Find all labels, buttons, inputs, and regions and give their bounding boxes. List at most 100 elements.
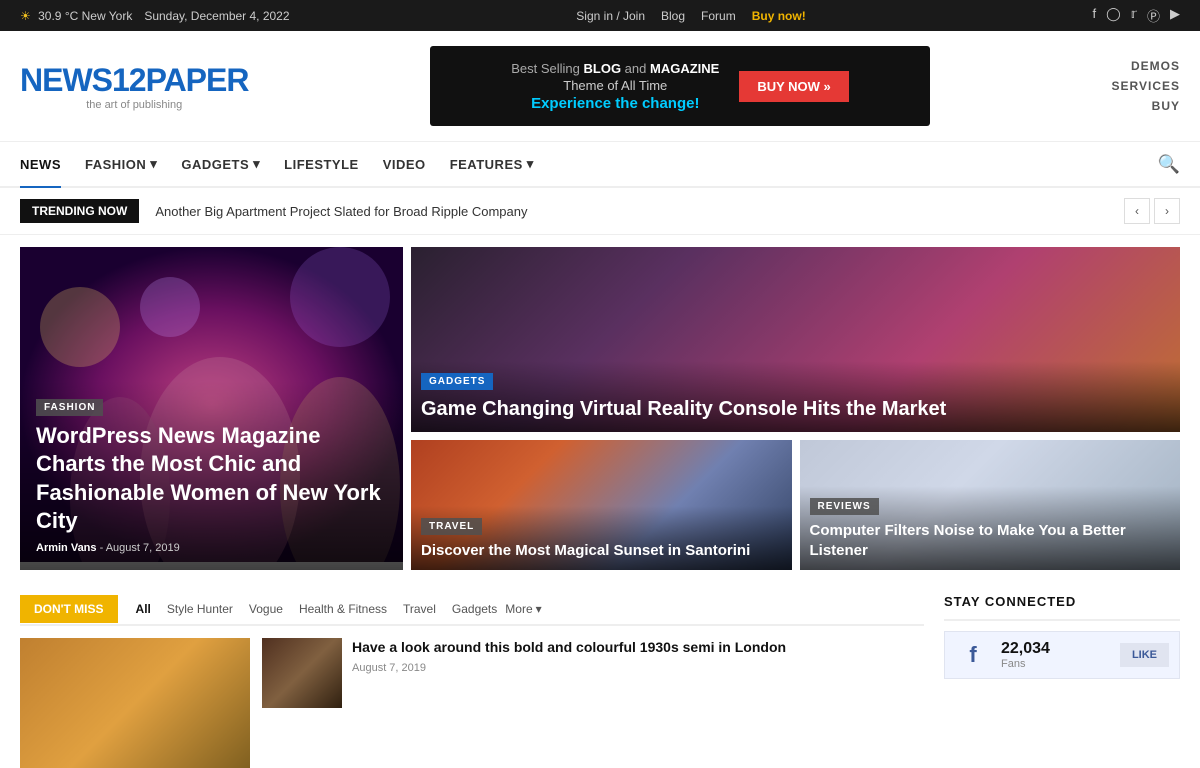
hero-vr-article[interactable]: GADGETS Game Changing Virtual Reality Co… [411, 247, 1180, 432]
trending-arrows: ‹ › [1124, 198, 1180, 224]
trending-bar: TRENDING NOW Another Big Apartment Proje… [0, 188, 1200, 235]
facebook-count: 22,034 [1001, 640, 1110, 658]
stay-connected-title: STAY CONNECTED [944, 594, 1180, 621]
youtube-icon[interactable]: ▶ [1170, 6, 1180, 25]
ad-buy-button[interactable]: BUY NOW » [739, 71, 848, 102]
trending-prev[interactable]: ‹ [1124, 198, 1150, 224]
article-main-image[interactable] [20, 638, 250, 768]
vimeo-icon[interactable]: Ⓟ [1147, 6, 1160, 25]
more-arrow-icon: ▾ [536, 602, 542, 616]
facebook-icon: f [955, 642, 991, 668]
logo-paper: PAPER [146, 62, 249, 98]
temp-unit: °C [65, 9, 78, 23]
article-title[interactable]: Have a look around this bold and colourf… [352, 638, 924, 658]
hero-review-article[interactable]: REVIEWS Computer Filters Noise to Make Y… [800, 440, 1181, 570]
hero-review-title: Computer Filters Noise to Make You a Bet… [810, 521, 1171, 560]
nav-fashion[interactable]: FASHION ▾ [85, 142, 157, 188]
dont-miss-content: Have a look around this bold and colourf… [20, 638, 924, 768]
ad-line1: Best Selling BLOG and MAGAZINE [511, 61, 719, 76]
hero-main-overlay: FASHION WordPress News Magazine Charts t… [20, 381, 403, 570]
weather-widget: ☀ 30.9 °C New York [20, 9, 132, 23]
forum-link[interactable]: Forum [701, 9, 736, 23]
search-icon[interactable]: 🔍 [1158, 154, 1180, 175]
article-date: August 7, 2019 [352, 662, 924, 674]
buy-link[interactable]: BUY [1112, 99, 1180, 113]
ad-tagline: Experience the change! [511, 95, 719, 112]
weather-icon: ☀ [20, 9, 31, 23]
blog-link[interactable]: Blog [661, 9, 685, 23]
tab-travel[interactable]: Travel [395, 594, 444, 624]
hero-review-category: REVIEWS [810, 498, 879, 515]
hero-main-author: Armin Vans [36, 542, 97, 554]
buy-now-link[interactable]: Buy now! [752, 9, 806, 23]
hero-right-column: GADGETS Game Changing Virtual Reality Co… [411, 247, 1180, 570]
top-bar: ☀ 30.9 °C New York Sunday, December 4, 2… [0, 0, 1200, 31]
top-bar-left: ☀ 30.9 °C New York Sunday, December 4, 2… [20, 9, 290, 23]
facebook-icon[interactable]: f [1092, 6, 1096, 25]
tab-vogue[interactable]: Vogue [241, 594, 291, 624]
article-list: Have a look around this bold and colourf… [262, 638, 924, 768]
twitter-icon[interactable]: 𝕣 [1131, 6, 1137, 25]
nav-gadgets[interactable]: GADGETS ▾ [181, 142, 260, 188]
logo-num: 12 [112, 62, 146, 98]
gadgets-arrow: ▾ [253, 156, 260, 172]
social-icons-bar: f ◯ 𝕣 Ⓟ ▶ [1092, 6, 1180, 25]
services-link[interactable]: SERVICES [1112, 79, 1180, 93]
fashion-arrow: ▾ [150, 156, 157, 172]
nav-features[interactable]: FEATURES ▾ [450, 142, 534, 188]
nav-news[interactable]: NEWS [20, 143, 61, 188]
temperature: 30.9 [38, 9, 61, 23]
instagram-icon[interactable]: ◯ [1106, 6, 1121, 25]
facebook-like-button[interactable]: LIKE [1120, 643, 1169, 667]
right-nav: DEMOS SERVICES BUY [1112, 59, 1180, 113]
ad-banner-content: Best Selling BLOG and MAGAZINE Theme of … [511, 61, 719, 112]
facebook-label: Fans [1001, 658, 1110, 670]
hero-main-meta: Armin Vans - August 7, 2019 [36, 542, 387, 554]
hero-main-date: - August 7, 2019 [100, 542, 180, 554]
hero-travel-article[interactable]: TRAVEL Discover the Most Magical Sunset … [411, 440, 792, 570]
main-nav: NEWS FASHION ▾ GADGETS ▾ LIFESTYLE VIDEO… [0, 142, 1200, 188]
nav-video[interactable]: VIDEO [383, 143, 426, 188]
trending-next[interactable]: › [1154, 198, 1180, 224]
dont-miss-main: DON'T MISS All Style Hunter Vogue Health… [20, 594, 924, 768]
hero-main-article[interactable]: FASHION WordPress News Magazine Charts t… [20, 247, 403, 570]
bottom-section: DON'T MISS All Style Hunter Vogue Health… [0, 582, 1200, 768]
dont-miss-label: DON'T MISS [20, 595, 118, 623]
logo-tagline: the art of publishing [20, 99, 248, 111]
hero-vr-title: Game Changing Virtual Reality Console Hi… [421, 396, 1170, 422]
tab-all[interactable]: All [128, 594, 159, 624]
hero-section: FASHION WordPress News Magazine Charts t… [0, 235, 1200, 582]
city: New York [82, 9, 133, 23]
ad-line2: Theme of All Time [511, 78, 719, 93]
facebook-social-row: f 22,034 Fans LIKE [944, 631, 1180, 679]
article-info: Have a look around this bold and colourf… [352, 638, 924, 674]
hero-review-overlay: REVIEWS Computer Filters Noise to Make Y… [800, 486, 1181, 570]
article-row: Have a look around this bold and colourf… [262, 638, 924, 708]
hero-travel-title: Discover the Most Magical Sunset in Sant… [421, 541, 782, 561]
article-thumb[interactable] [262, 638, 342, 708]
sign-in-link[interactable]: Sign in / Join [576, 9, 645, 23]
header: NEWS12PAPER the art of publishing Best S… [0, 31, 1200, 142]
hero-main-category: FASHION [36, 399, 103, 416]
logo: NEWS12PAPER [20, 62, 248, 99]
date: Sunday, December 4, 2022 [144, 9, 289, 23]
trending-text: Another Big Apartment Project Slated for… [155, 204, 1108, 219]
stay-connected: STAY CONNECTED f 22,034 Fans LIKE [944, 594, 1180, 768]
hero-travel-category: TRAVEL [421, 518, 482, 535]
hero-bottom-row: TRAVEL Discover the Most Magical Sunset … [411, 440, 1180, 570]
hero-travel-overlay: TRAVEL Discover the Most Magical Sunset … [411, 506, 792, 571]
top-bar-links: Sign in / Join Blog Forum Buy now! [576, 9, 805, 23]
demos-link[interactable]: DEMOS [1112, 59, 1180, 73]
tab-health-fitness[interactable]: Health & Fitness [291, 594, 395, 624]
logo-area[interactable]: NEWS12PAPER the art of publishing [20, 62, 248, 111]
hero-main-title: WordPress News Magazine Charts the Most … [36, 422, 387, 536]
hero-vr-category: GADGETS [421, 373, 493, 390]
tab-more[interactable]: More ▾ [505, 602, 541, 616]
dont-miss-tabs: DON'T MISS All Style Hunter Vogue Health… [20, 594, 924, 626]
tab-gadgets[interactable]: Gadgets [444, 594, 505, 624]
features-arrow: ▾ [527, 156, 534, 172]
trending-label: TRENDING NOW [20, 199, 139, 223]
ad-banner[interactable]: Best Selling BLOG and MAGAZINE Theme of … [430, 46, 930, 126]
tab-style-hunter[interactable]: Style Hunter [159, 594, 241, 624]
nav-lifestyle[interactable]: LIFESTYLE [284, 143, 359, 188]
